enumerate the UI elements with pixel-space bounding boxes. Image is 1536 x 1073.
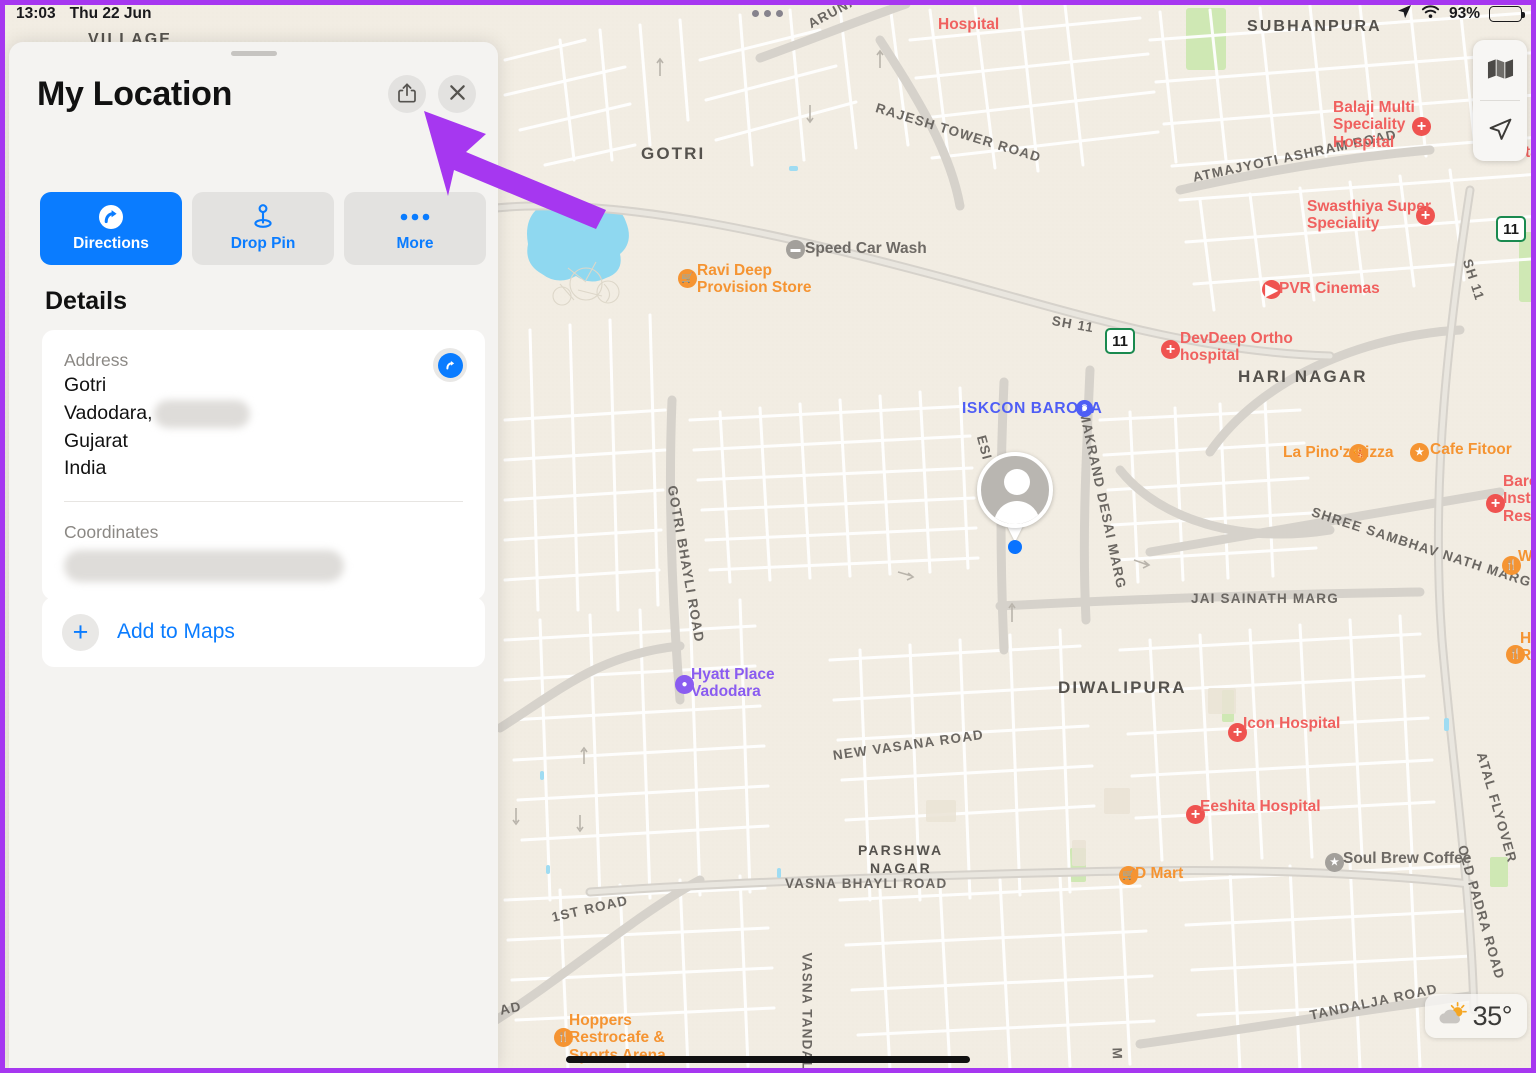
redacted-coordinates	[64, 550, 344, 583]
plus-icon: +	[62, 613, 99, 651]
map-controls[interactable]	[1473, 40, 1527, 161]
quick-actions-row: Directions Drop Pin More	[40, 192, 486, 265]
address-value: Gotri Vadodara, Gujarat India	[64, 372, 463, 483]
avatar-head	[1004, 469, 1030, 495]
close-icon	[448, 83, 467, 105]
highway-shield: 11	[1105, 328, 1135, 354]
address-line-4: India	[64, 457, 107, 480]
map-poi-marker[interactable]: +	[1161, 340, 1180, 359]
map-poi-marker[interactable]: +	[1486, 494, 1505, 513]
map-poi-marker[interactable]: +	[1412, 117, 1431, 136]
map-poi-marker[interactable]: ▶	[1262, 280, 1281, 299]
address-line-1: Gotri	[64, 374, 107, 396]
close-button[interactable]	[438, 75, 476, 113]
directions-label: Directions	[73, 235, 149, 252]
coordinates-field[interactable]: Coordinates	[42, 502, 485, 600]
more-button[interactable]: More	[344, 192, 486, 265]
page-title: My Location	[37, 74, 233, 113]
details-card: Address Gotri Vadodara, Gujarat India Co…	[42, 330, 485, 601]
ellipsis-icon	[399, 204, 431, 230]
map-poi-marker[interactable]: +	[1228, 723, 1247, 742]
sun-behind-cloud-icon	[1435, 1000, 1469, 1033]
panel-drag-handle[interactable]	[230, 51, 277, 56]
directions-arrow-icon	[98, 204, 124, 230]
highway-shield: 11	[1496, 216, 1526, 242]
panel-header: My Location	[37, 66, 476, 122]
address-line-3: Gujarat	[64, 429, 128, 452]
redacted-city	[153, 399, 250, 428]
location-blue-dot	[1008, 540, 1022, 554]
map-poi-marker[interactable]: +	[1416, 206, 1435, 225]
panel-header-actions	[388, 75, 476, 113]
drop-pin-button[interactable]: Drop Pin	[192, 192, 334, 265]
map-poi-marker[interactable]: +	[1186, 805, 1205, 824]
my-location-pin[interactable]	[977, 452, 1053, 554]
locate-me-button[interactable]	[1473, 101, 1527, 161]
directions-button[interactable]: Directions	[40, 192, 182, 265]
map-poi-marker[interactable]: 🍴	[554, 1028, 573, 1047]
map-poi-marker[interactable]: 🛒	[678, 269, 697, 288]
place-detail-panel[interactable]: My Location Directions Drop Pin More Det…	[9, 42, 498, 1069]
map-poi-marker[interactable]: ★	[1325, 853, 1344, 872]
details-heading: Details	[45, 287, 127, 315]
pin-avatar-bubble	[977, 452, 1053, 528]
add-to-maps-button[interactable]: + Add to Maps	[42, 597, 485, 667]
address-label: Address	[64, 350, 129, 370]
home-indicator	[566, 1056, 970, 1063]
map-poi-marker[interactable]: ●	[675, 675, 694, 694]
weather-widget[interactable]: 35°	[1424, 994, 1527, 1038]
more-label: More	[396, 235, 434, 252]
directions-arrow-icon	[437, 352, 463, 378]
map-poi-marker[interactable]: ▬	[786, 240, 805, 259]
folded-map-icon	[1487, 58, 1514, 83]
address-field[interactable]: Address Gotri Vadodara, Gujarat India	[42, 330, 485, 501]
map-poi-marker[interactable]: ◉	[1076, 400, 1093, 417]
map-poi-marker[interactable]: 🍴	[1506, 645, 1525, 664]
address-line-2: Vadodara,	[64, 399, 463, 428]
avatar-body	[994, 501, 1040, 524]
address-directions-button[interactable]	[433, 348, 467, 382]
map-pin-icon	[251, 204, 275, 230]
share-button[interactable]	[388, 75, 426, 113]
share-icon	[398, 82, 416, 106]
navigation-arrow-icon	[1488, 117, 1513, 145]
map-poi-marker[interactable]: 🍕	[1349, 444, 1368, 463]
drop-pin-label: Drop Pin	[230, 235, 296, 252]
map-poi-marker[interactable]: 🍴	[1502, 556, 1521, 575]
map-poi-marker[interactable]: 🛒	[1119, 866, 1138, 885]
weather-temperature: 35°	[1472, 1000, 1513, 1031]
add-to-maps-label: Add to Maps	[117, 620, 235, 643]
map-type-button[interactable]	[1473, 40, 1527, 100]
coordinates-label: Coordinates	[64, 522, 159, 543]
map-poi-marker[interactable]: ★	[1410, 443, 1429, 462]
